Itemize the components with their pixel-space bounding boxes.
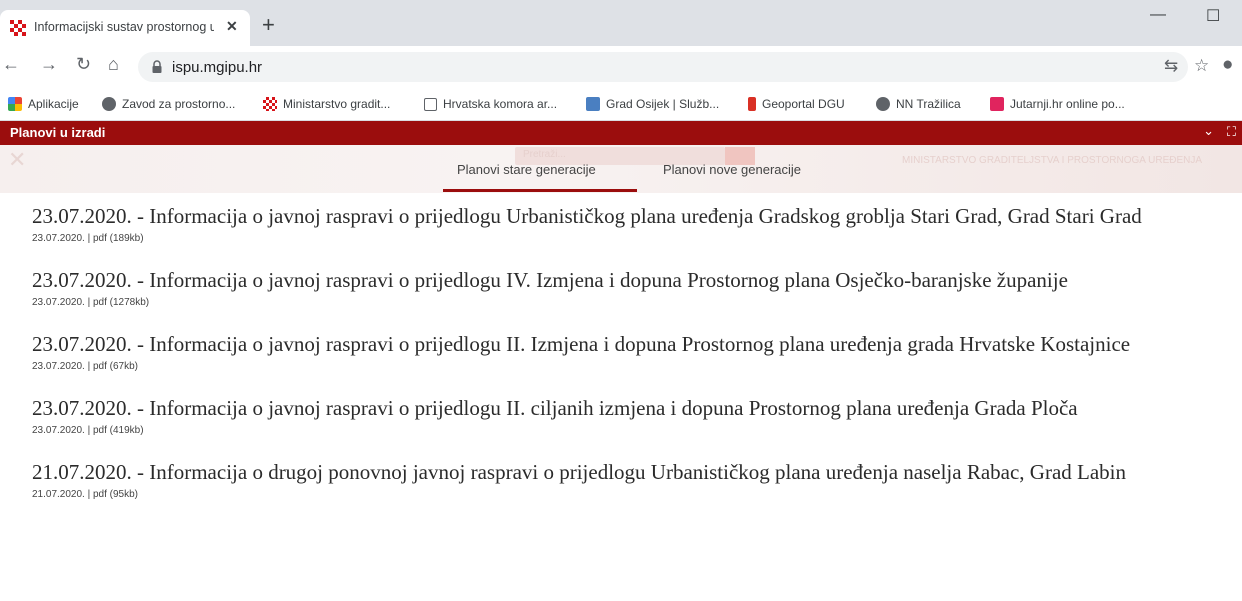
tab-close-icon[interactable]: ✕ (226, 18, 238, 35)
item-meta: 23.07.2020. | pdf (189kb) (32, 233, 144, 244)
list-item: 23.07.2020. - Informacija o javnoj raspr… (32, 395, 1232, 436)
item-title[interactable]: 23.07.2020. - Informacija o javnoj raspr… (32, 331, 1232, 357)
croatian-checker-icon (10, 20, 26, 36)
bookmark-ministarstvo[interactable]: Ministarstvo gradit... (263, 97, 390, 111)
list-item: 21.07.2020. - Informacija o drugoj ponov… (32, 459, 1232, 500)
bookmark-hrvatska-komora[interactable]: Hrvatska komora ar... (424, 97, 557, 111)
bookmarks-bar: Aplikacije Zavod za prostorno... Minista… (0, 88, 1242, 121)
ministry-name: MINISTARSTVO GRADITELJSTVA I PROSTORNOGA… (902, 155, 1203, 166)
browser-tabstrip: Informacijski sustav prostornog u ✕ + — … (0, 0, 1242, 46)
pdf-link[interactable]: pdf (67kb) (93, 361, 138, 372)
item-meta: 23.07.2020. | pdf (67kb) (32, 361, 139, 372)
forward-icon[interactable]: → (40, 54, 58, 75)
globe-icon (102, 97, 116, 111)
browser-toolbar: ← → ↻ ⌂ ispu.mgipu.hr ⇆ ☆ ● (0, 46, 1242, 88)
reload-icon[interactable]: ↻ (76, 54, 91, 75)
bookmark-jutarnji[interactable]: Jutarnji.hr online po... (990, 97, 1125, 111)
list-item: 23.07.2020. - Informacija o javnoj raspr… (32, 203, 1232, 244)
bookmark-geoportal[interactable]: Geoportal DGU (748, 97, 845, 111)
item-title[interactable]: 23.07.2020. - Informacija o javnoj raspr… (32, 203, 1232, 229)
address-bar[interactable]: ispu.mgipu.hr (138, 52, 1188, 82)
list-item: 23.07.2020. - Informacija o javnoj raspr… (32, 331, 1232, 372)
fullscreen-icon[interactable]: ⛶ (1227, 124, 1236, 140)
globe-icon (876, 97, 890, 111)
tab-planovi-nove-generacije[interactable]: Planovi nove generacije (663, 162, 801, 177)
browser-tab-active[interactable]: Informacijski sustav prostornog u ✕ (0, 10, 250, 46)
pdf-link[interactable]: pdf (1278kb) (93, 297, 149, 308)
translate-icon[interactable]: ⇆ (1164, 56, 1178, 76)
tab-planovi-stare-generacije[interactable]: Planovi stare generacije (457, 162, 596, 177)
bookmark-apps[interactable]: Aplikacije (8, 97, 79, 111)
item-meta: 23.07.2020. | pdf (419kb) (32, 425, 144, 436)
lock-icon (152, 60, 162, 73)
apps-grid-icon (8, 97, 22, 111)
item-meta: 23.07.2020. | pdf (1278kb) (32, 297, 150, 308)
coat-of-arms-icon (586, 97, 600, 111)
site-banner: ✕ Pretraži... MINISTARSTVO GRADITELJSTVA… (0, 145, 1242, 193)
active-tab-indicator (443, 189, 637, 192)
url-text: ispu.mgipu.hr (172, 59, 263, 76)
croatian-checker-icon (263, 97, 277, 111)
planovi-u-izradi-label[interactable]: Planovi u izradi (10, 125, 105, 140)
bookmark-grad-osijek[interactable]: Grad Osijek | Služb... (586, 97, 719, 111)
chevron-down-icon[interactable]: ⌄ (1203, 123, 1214, 139)
site-top-bar: Planovi u izradi ⌄ ⛶ (0, 121, 1242, 145)
bookmark-zavod[interactable]: Zavod za prostorno... (102, 97, 235, 111)
jutarnji-icon (990, 97, 1004, 111)
bookmark-nn-trazilica[interactable]: NN Tražilica (876, 97, 961, 111)
item-title[interactable]: 23.07.2020. - Informacija o javnoj raspr… (32, 267, 1232, 293)
item-title[interactable]: 23.07.2020. - Informacija o javnoj raspr… (32, 395, 1232, 421)
new-tab-icon[interactable]: + (262, 14, 275, 36)
minimize-icon[interactable]: — (1150, 6, 1166, 24)
item-meta: 21.07.2020. | pdf (95kb) (32, 489, 139, 500)
geoportal-icon (748, 97, 756, 111)
item-title[interactable]: 21.07.2020. - Informacija o drugoj ponov… (32, 459, 1232, 485)
pdf-link[interactable]: pdf (189kb) (93, 233, 144, 244)
profile-icon[interactable]: ● (1222, 54, 1233, 76)
home-icon[interactable]: ⌂ (108, 54, 119, 75)
list-item: 23.07.2020. - Informacija o javnoj raspr… (32, 267, 1232, 308)
back-icon[interactable]: ← (2, 54, 20, 75)
maximize-icon[interactable]: ☐ (1206, 6, 1220, 26)
tab-title: Informacijski sustav prostornog u (34, 20, 214, 34)
close-icon[interactable]: ✕ (8, 147, 26, 173)
pdf-link[interactable]: pdf (95kb) (93, 489, 138, 500)
pdf-link[interactable]: pdf (419kb) (93, 425, 144, 436)
announcement-list: 23.07.2020. - Informacija o javnoj raspr… (32, 203, 1232, 523)
document-icon (424, 98, 437, 111)
star-icon[interactable]: ☆ (1194, 56, 1209, 76)
